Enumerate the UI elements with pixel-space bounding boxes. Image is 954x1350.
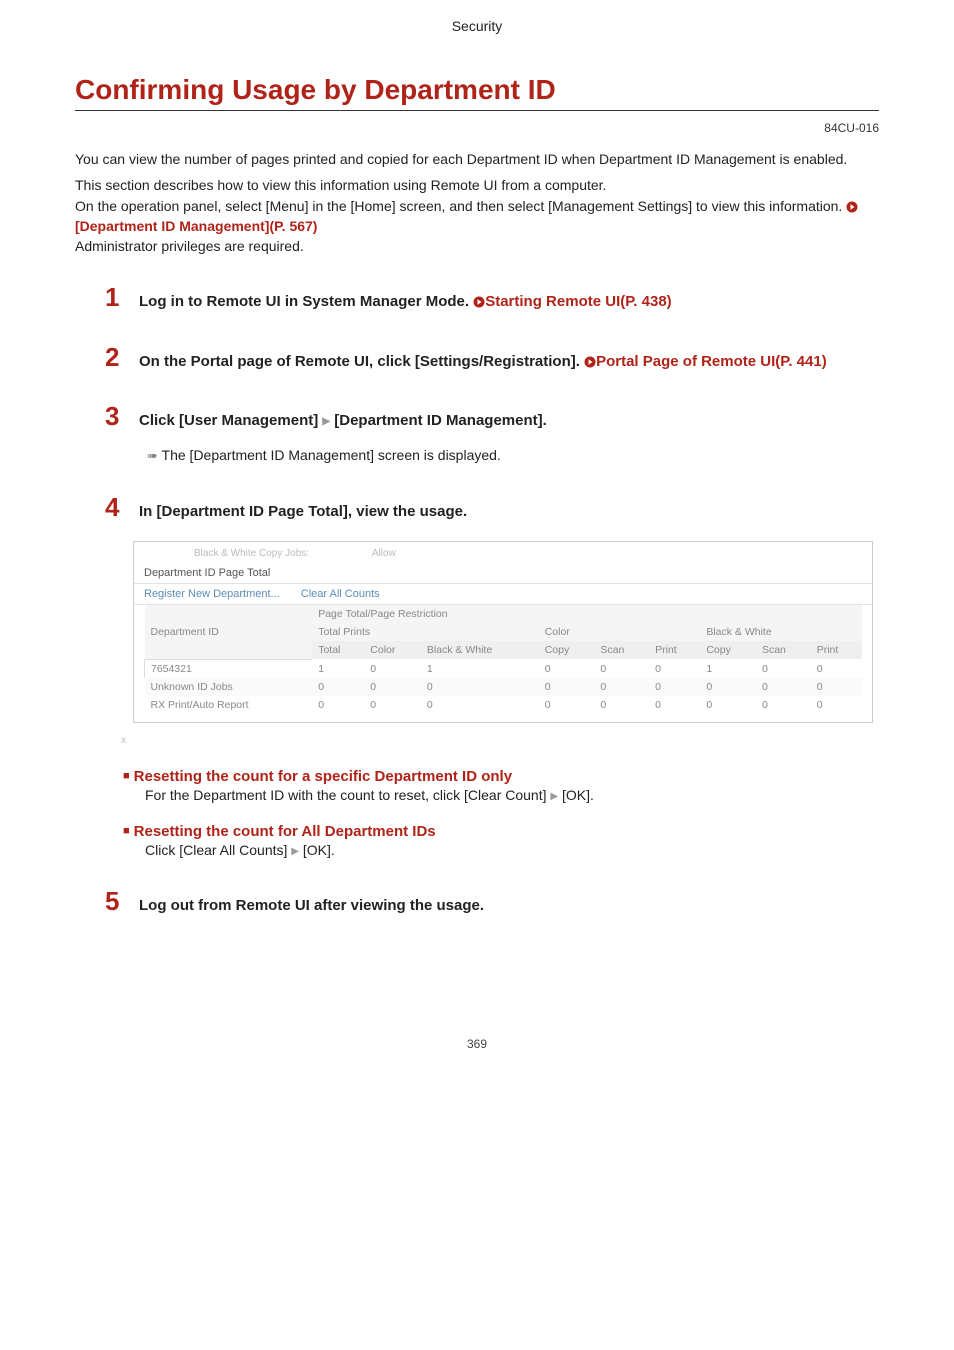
th-color: Color bbox=[539, 623, 701, 641]
result-arrow-icon: ➠ bbox=[147, 448, 158, 463]
step-number-3: 3 bbox=[105, 403, 125, 429]
sub-heading-reset-all: ■Resetting the count for All Department … bbox=[123, 823, 879, 840]
step-number-2: 2 bbox=[105, 344, 125, 370]
ss-register-new-dept-link[interactable]: Register New Department... bbox=[144, 588, 280, 600]
th-page-total: Page Total/Page Restriction bbox=[312, 605, 862, 623]
page-title: Confirming Usage by Department ID bbox=[75, 74, 879, 111]
step-2-text: On the Portal page of Remote UI, click [… bbox=[139, 351, 827, 374]
ss-clear-all-counts-link[interactable]: Clear All Counts bbox=[301, 588, 380, 600]
ss-footer-mark: x bbox=[75, 733, 879, 748]
link-portal-page[interactable]: Portal Page of Remote UI(P. 441) bbox=[584, 353, 827, 370]
th-total-prints: Total Prints bbox=[312, 623, 539, 641]
th-c-scan: Scan bbox=[594, 641, 649, 659]
breadcrumb-arrow-icon: ▶ bbox=[550, 791, 558, 802]
step-3-result: The [Department ID Management] screen is… bbox=[162, 447, 501, 463]
th-b-print: Print bbox=[811, 641, 862, 659]
sub-heading-reset-specific: ■Resetting the count for a specific Depa… bbox=[123, 768, 879, 785]
step-5-text: Log out from Remote UI after viewing the… bbox=[139, 895, 484, 918]
ss-faint-label: Black & White Copy Jobs: bbox=[194, 548, 309, 559]
table-row: RX Print/Auto Report 0 0 0 0 0 0 0 0 0 bbox=[145, 696, 863, 714]
page-number: 369 bbox=[75, 1037, 879, 1051]
sub-body-reset-all: Click [Clear All Counts] ▶ [OK]. bbox=[145, 842, 879, 858]
ss-table: Department ID Page Total/Page Restrictio… bbox=[144, 605, 862, 714]
link-circle-icon bbox=[846, 201, 858, 213]
table-row: 7654321 1 0 1 0 0 0 1 0 0 bbox=[145, 659, 863, 678]
square-bullet-icon: ■ bbox=[123, 825, 130, 837]
step-number-1: 1 bbox=[105, 284, 125, 310]
step-number-4: 4 bbox=[105, 494, 125, 520]
screenshot-dept-id-page-total: Black & White Copy Jobs: Allow Departmen… bbox=[133, 541, 873, 723]
th-tp-total: Total bbox=[312, 641, 364, 659]
th-tp-color: Color bbox=[364, 641, 421, 659]
breadcrumb-arrow-icon: ▶ bbox=[291, 846, 299, 857]
intro-paragraph-2: This section describes how to view this … bbox=[75, 175, 879, 256]
link-starting-remote-ui[interactable]: Starting Remote UI(P. 438) bbox=[473, 293, 671, 310]
step-4-text: In [Department ID Page Total], view the … bbox=[139, 501, 467, 524]
intro-paragraph-1: You can view the number of pages printed… bbox=[75, 149, 879, 169]
th-b-scan: Scan bbox=[756, 641, 811, 659]
page-header-section: Security bbox=[75, 10, 879, 74]
intro-line-2a: This section describes how to view this … bbox=[75, 177, 606, 193]
table-row: Unknown ID Jobs 0 0 0 0 0 0 0 0 0 bbox=[145, 678, 863, 696]
intro-line-2b: On the operation panel, select [Menu] in… bbox=[75, 198, 846, 214]
ss-faint-value: Allow bbox=[372, 548, 396, 559]
ss-section-title: Department ID Page Total bbox=[134, 563, 872, 584]
link-circle-icon bbox=[584, 356, 596, 368]
sub-body-reset-specific: For the Department ID with the count to … bbox=[145, 787, 879, 803]
step-3-text: Click [User Management] ▶ [Department ID… bbox=[139, 410, 547, 433]
th-tp-bw: Black & White bbox=[421, 641, 539, 659]
step-1-text: Log in to Remote UI in System Manager Mo… bbox=[139, 291, 672, 314]
square-bullet-icon: ■ bbox=[123, 770, 130, 782]
th-c-print: Print bbox=[649, 641, 700, 659]
document-code: 84CU-016 bbox=[75, 121, 879, 135]
th-bw: Black & White bbox=[700, 623, 862, 641]
step-number-5: 5 bbox=[105, 888, 125, 914]
th-b-copy: Copy bbox=[700, 641, 756, 659]
breadcrumb-arrow-icon: ▶ bbox=[322, 416, 330, 427]
th-c-copy: Copy bbox=[539, 641, 595, 659]
link-circle-icon bbox=[473, 296, 485, 308]
th-dept-id: Department ID bbox=[145, 605, 313, 659]
intro-line-3: Administrator privileges are required. bbox=[75, 238, 304, 254]
